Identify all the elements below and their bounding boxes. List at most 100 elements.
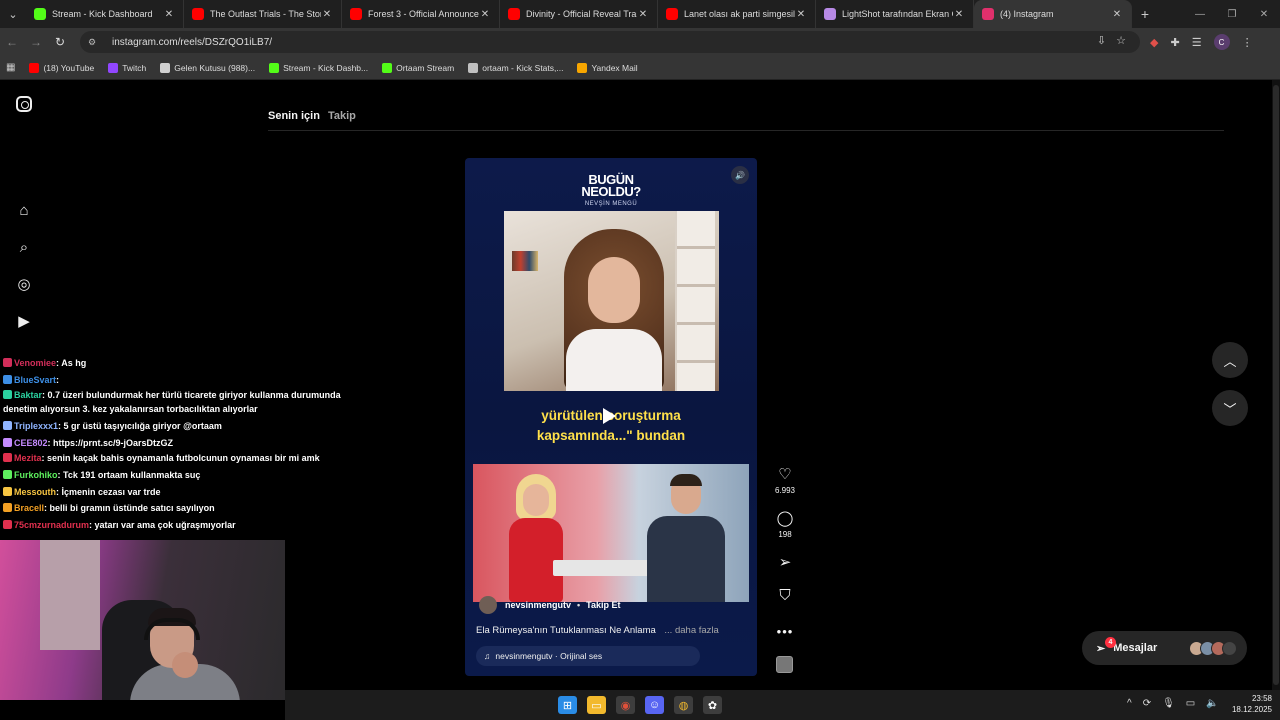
messages-button[interactable]: ➢ 4 Mesajlar [1082,631,1247,665]
caption-more-link[interactable]: ... daha fazla [664,625,718,636]
chrome-icon[interactable]: ◉ [616,696,635,714]
tab-close-icon[interactable]: ✕ [795,9,807,20]
reel-author-row: nevsinmengutv • Takip Et [479,596,621,614]
volume-tray-icon[interactable]: 🔈 [1206,698,1218,709]
browser-menu-icon[interactable]: ⋮ [1242,36,1253,49]
chat-badge-icon [3,503,12,512]
share-action[interactable]: ➢ [779,554,792,572]
bookmark-item[interactable]: Yandex Mail [577,62,638,73]
browser-tab[interactable]: LightShot tarafından Ekran Gör✕ [816,0,974,28]
tab-title: Stream - Kick Dashboard [52,9,153,19]
tab-close-icon[interactable]: ✕ [479,9,491,20]
tab-following[interactable]: Takip [328,110,356,122]
heart-icon[interactable]: ♡ [778,466,791,484]
bookmark-star-icon[interactable]: ☆ [1116,34,1126,47]
browser-tab[interactable]: The Outlast Trials - The Story So✕ [184,0,342,28]
chat-text: : https://prnt.sc/9-jOarsDtzGZ [47,437,174,448]
tab-close-icon[interactable]: ✕ [163,9,175,20]
tray-chevron-icon[interactable]: ^ [1127,698,1132,709]
home-icon[interactable]: ⌂ [15,201,33,219]
chevron-down-icon[interactable]: ﹀ [1212,390,1248,426]
search-icon[interactable]: ⌕ [15,238,33,256]
reload-icon[interactable]: ↻ [48,28,72,56]
url-text: instagram.com/reels/DSZrQO1iLB7/ [112,36,273,48]
bookmark-item[interactable]: Twitch [108,62,147,73]
chat-badge-icon [3,470,12,479]
bookmark-item[interactable]: (18) YouTube [29,62,94,73]
bookmark-favicon-icon [29,62,40,73]
chat-message: Mezita: senin kaçak bahis oynamanla futb… [0,451,350,465]
bookmark-item[interactable]: Ortaam Stream [382,62,454,73]
system-clock[interactable]: 23:58 18.12.2025 [1232,693,1272,715]
install-app-icon[interactable]: ⇩ [1097,34,1106,47]
more-options-icon[interactable]: ••• [777,624,794,639]
volume-icon[interactable]: 🔊 [731,166,749,184]
address-bar[interactable]: ⚙ instagram.com/reels/DSZrQO1iLB7/ ⇩ ☆ [80,31,1140,53]
reel-video[interactable]: BUGÜN NEOLDU? NEVŞİN MENGÜ 🔊 yürütülen s… [465,158,757,676]
new-tab-button[interactable]: + [1132,6,1158,22]
audio-chip[interactable]: ♫ nevsinmengutv · Orijinal ses [476,646,700,666]
discord-icon[interactable]: ☺ [645,696,664,714]
chat-message: 75cmzurnadurum: yatarı var ama çok uğraş… [0,517,350,534]
browser-tab[interactable]: Forest 3 - Official Announceme✕ [342,0,500,28]
bookmark-item[interactable]: Gelen Kutusu (988)... [160,62,255,73]
news-anchor-male [641,472,731,602]
messages-badge: 4 [1105,637,1116,648]
file-explorer-icon[interactable]: ▭ [587,696,606,714]
maximize-icon[interactable]: ❐ [1216,0,1248,28]
extension-icon[interactable]: ◆ [1150,36,1158,49]
tab-title: Forest 3 - Official Announceme [368,9,479,19]
play-icon[interactable] [603,408,616,424]
like-action[interactable]: ♡ 6.993 [775,466,795,495]
instagram-logo-icon[interactable] [16,96,32,112]
reel-frame-news [473,464,749,602]
page-scrollbar[interactable] [1272,80,1280,690]
profile-avatar[interactable]: C [1213,34,1230,50]
site-info-icon[interactable]: ⚙ [88,37,100,48]
bookmark-icon[interactable]: ⛉ [779,587,790,605]
tab-for-you[interactable]: Senin için [268,110,320,122]
comment-icon[interactable]: ◯ [777,510,794,528]
author-name[interactable]: nevsinmengutv [505,600,571,610]
network-icon[interactable]: ▭ [1186,698,1195,709]
author-avatar[interactable] [479,596,497,614]
obs-icon[interactable]: ◍ [674,696,693,714]
minimize-icon[interactable]: — [1184,0,1216,28]
browser-tab[interactable]: Stream - Kick Dashboard ✕ [26,0,184,28]
tab-close-icon[interactable]: ✕ [1111,9,1123,20]
tab-close-icon[interactable]: ✕ [953,9,965,20]
chevron-up-icon[interactable]: ︿ [1212,342,1248,378]
music-note-icon: ♫ [484,651,491,661]
browser-tab[interactable]: Lanet olası ak parti simgesil am✕ [658,0,816,28]
webcam-overlay [0,540,285,700]
bookmark-item[interactable]: Stream - Kick Dashb... [269,62,368,73]
start-icon[interactable]: ⊞ [558,696,577,714]
back-icon[interactable]: ← [0,28,24,56]
tab-close-icon[interactable]: ✕ [321,9,333,20]
send-icon[interactable]: ➢ [779,554,792,572]
apps-grid-icon[interactable]: ▦ [6,62,15,73]
explore-icon[interactable]: ◎ [15,275,33,293]
chat-message: Messouth: İçmenin cezası var trde [0,484,350,501]
bookmark-item[interactable]: ortaam - Kick Stats,... [468,62,563,73]
tab-close-icon[interactable]: ✕ [637,9,649,20]
browser-tab[interactable]: Divinity - Official Reveal Trailer ✕ [500,0,658,28]
bookmark-label: Twitch [122,62,147,73]
save-action[interactable]: ⛉ [779,587,790,605]
comment-action[interactable]: ◯ 198 [777,510,794,539]
audio-thumbnail[interactable] [776,656,793,673]
app-icon[interactable]: ✿ [703,696,722,714]
close-window-icon[interactable]: ✕ [1248,0,1280,28]
forward-icon[interactable]: → [24,28,48,56]
extensions-puzzle-icon[interactable]: ✚ [1170,36,1179,49]
follow-button[interactable]: Takip Et [586,600,620,610]
reading-list-icon[interactable]: ☰ [1192,36,1202,49]
chat-badge-icon [3,358,12,367]
chat-username: Messouth [14,486,57,497]
microphone-icon[interactable]: 🎙 [1162,698,1175,709]
brand-sub: NEVŞİN MENGÜ [584,201,638,207]
tab-search-chevron-icon[interactable]: ⌄ [0,0,26,28]
sync-icon[interactable]: ⟳ [1143,698,1151,709]
browser-tab[interactable]: (4) Instagram ✕ [974,0,1132,28]
reels-icon[interactable]: ▶ [15,312,33,330]
